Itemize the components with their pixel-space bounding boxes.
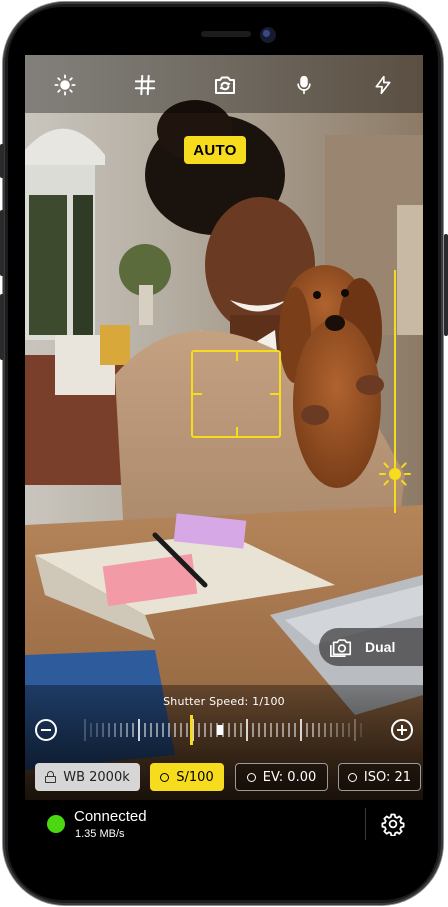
top-toolbar bbox=[25, 55, 423, 113]
iso-chip[interactable]: ISO: 21 bbox=[338, 763, 421, 791]
shutter-speed-dial[interactable] bbox=[83, 715, 365, 745]
front-camera bbox=[260, 27, 276, 43]
exposure-sun-icon[interactable] bbox=[378, 457, 412, 491]
switch-camera-icon[interactable] bbox=[212, 72, 238, 98]
shutter-speed-label: Shutter Speed: 1/100 bbox=[163, 695, 285, 708]
camera-icon bbox=[330, 639, 352, 658]
grid-icon[interactable] bbox=[132, 72, 158, 98]
volume-down-button bbox=[0, 294, 4, 360]
flash-icon[interactable] bbox=[370, 72, 396, 98]
brightness-icon[interactable] bbox=[52, 72, 78, 98]
volume-up-button bbox=[0, 210, 4, 276]
settings-chips: WB 2000k S/100 EV: 0.00 ISO: 21 bbox=[35, 763, 423, 793]
white-balance-chip[interactable]: WB 2000k bbox=[35, 763, 140, 791]
earpiece-speaker bbox=[201, 31, 251, 37]
status-divider bbox=[365, 808, 366, 840]
exposure-control-panel: Shutter Speed: 1/100 WB 2000k S/100 EV: … bbox=[25, 685, 423, 800]
phone-screen: AUTO Dual Shutter Speed: 1/100 WB 2000k … bbox=[8, 7, 438, 900]
camera-viewfinder[interactable]: AUTO Dual Shutter Speed: 1/100 WB 2000k … bbox=[25, 55, 423, 800]
dial-current-marker bbox=[190, 715, 193, 745]
iso-chip-label: ISO: 21 bbox=[363, 769, 412, 785]
ev-chip-label: EV: 0.00 bbox=[262, 769, 317, 785]
dial-handle[interactable] bbox=[217, 725, 223, 735]
auto-ring-icon bbox=[347, 772, 357, 782]
shutter-chip-label: S/100 bbox=[176, 769, 214, 785]
shutter-chip[interactable]: S/100 bbox=[150, 763, 224, 791]
dual-camera-button[interactable]: Dual bbox=[319, 628, 423, 666]
auto-ring-icon bbox=[246, 772, 256, 782]
focus-reticle bbox=[191, 350, 281, 438]
dual-camera-label: Dual bbox=[365, 639, 396, 655]
connection-status-dot bbox=[47, 815, 65, 833]
microphone-icon[interactable] bbox=[291, 72, 317, 98]
connection-status-title: Connected bbox=[74, 808, 147, 825]
gear-icon[interactable] bbox=[381, 812, 405, 836]
white-balance-label: WB 2000k bbox=[63, 769, 130, 785]
lock-icon bbox=[45, 771, 57, 783]
minus-circle-icon[interactable] bbox=[35, 719, 57, 741]
plus-circle-icon[interactable] bbox=[391, 719, 413, 741]
mute-switch bbox=[0, 144, 4, 178]
auto-mode-badge[interactable]: AUTO bbox=[184, 136, 246, 164]
ev-chip[interactable]: EV: 0.00 bbox=[235, 763, 328, 791]
auto-ring-icon bbox=[160, 772, 170, 782]
connection-speed: 1.35 MB/s bbox=[75, 828, 125, 840]
connection-status-bar: Connected 1.35 MB/s bbox=[8, 800, 438, 852]
power-button bbox=[444, 234, 448, 336]
